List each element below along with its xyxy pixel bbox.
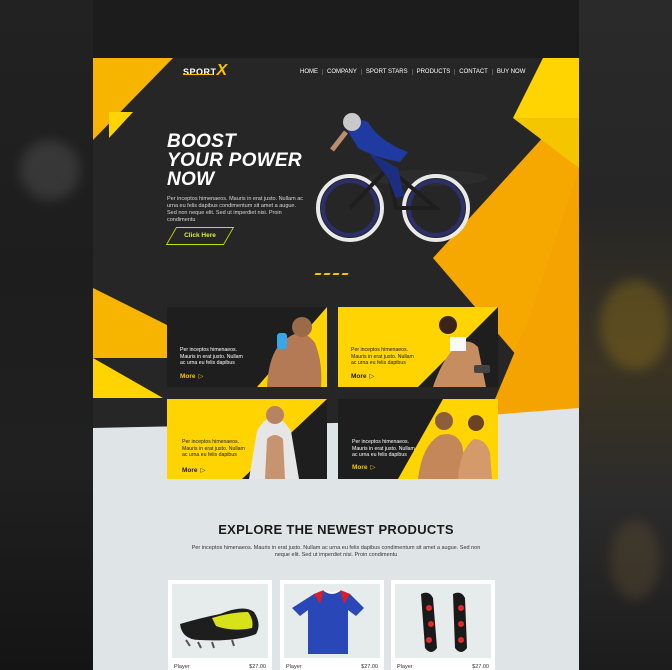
- products-section-description: Per inceptos himenaeos. Mauris in erat j…: [191, 545, 481, 558]
- card-text: Per inceptos himenaeos. Mauris in erat j…: [351, 347, 414, 366]
- backdrop-blob: [600, 280, 670, 370]
- hero-title-line: YOUR POWER: [167, 150, 302, 171]
- jersey-icon: [292, 589, 364, 654]
- card-more-link[interactable]: More ▷: [180, 372, 204, 380]
- arrow-right-icon: ▷: [370, 464, 376, 471]
- cyclist-image: [316, 113, 488, 242]
- card-text: Per inceptos himenaeos. Mauris in erat j…: [182, 439, 245, 458]
- cta-label: Click Here: [184, 232, 216, 239]
- main-nav: HOME COMPANY SPORT STARS PRODUCTS CONTAC…: [296, 69, 529, 75]
- card-more-link[interactable]: More ▷: [182, 466, 206, 474]
- product-price: $27.00: [472, 664, 489, 670]
- football-boot-icon: [180, 608, 259, 649]
- hero-description: Per inceptos himenaeos. Mauris in erat j…: [167, 196, 304, 223]
- nav-contact[interactable]: CONTACT: [455, 69, 493, 75]
- hero-title-line: NOW: [167, 169, 215, 190]
- slider-dots: [314, 273, 349, 275]
- card-more-link[interactable]: More ▷: [351, 372, 375, 380]
- nav-buy-now[interactable]: BUY NOW: [493, 69, 530, 75]
- nav-home[interactable]: HOME: [296, 69, 323, 75]
- hero-title-line: BOOST: [167, 131, 237, 152]
- product-card[interactable]: Player $27.00: [280, 580, 384, 670]
- slider-dot[interactable]: [323, 273, 331, 275]
- sportx-logo[interactable]: SPORTX: [183, 62, 228, 80]
- products-section-title: EXPLORE THE NEWEST PRODUCTS: [218, 522, 454, 537]
- card-text: Per inceptos himenaeos. Mauris in erat j…: [180, 347, 243, 366]
- logo-text: SPORT: [183, 67, 217, 77]
- slider-dot[interactable]: [314, 273, 322, 275]
- backdrop-left: [0, 0, 93, 670]
- slider-dot[interactable]: [332, 273, 340, 275]
- hero-title: BOOST YOUR POWER NOW: [167, 132, 302, 189]
- product-name: Player: [397, 664, 413, 670]
- click-here-button[interactable]: Click Here: [165, 227, 235, 245]
- arrow-right-icon: ▷: [200, 467, 206, 474]
- cleats-icon: [421, 592, 467, 652]
- arrow-right-icon: ▷: [369, 373, 375, 380]
- nav-company[interactable]: COMPANY: [323, 69, 362, 75]
- more-label: More: [352, 464, 368, 471]
- website-mockup: SPORTX HOME COMPANY SPORT STARS PRODUCTS…: [93, 58, 579, 670]
- feature-card-4[interactable]: Per inceptos himenaeos. Mauris in erat j…: [338, 399, 498, 479]
- arrow-right-icon: ▷: [198, 373, 204, 380]
- feature-card-2[interactable]: Per inceptos himenaeos. Mauris in erat j…: [338, 307, 498, 387]
- more-label: More: [351, 373, 367, 380]
- more-label: More: [180, 373, 196, 380]
- more-label: More: [182, 467, 198, 474]
- card-text: Per inceptos himenaeos. Mauris in erat j…: [352, 439, 415, 458]
- logo-mark: X: [216, 62, 228, 79]
- product-price: $27.00: [361, 664, 378, 670]
- card-more-link[interactable]: More ▷: [352, 463, 376, 471]
- feature-card-1[interactable]: Per inceptos himenaeos. Mauris in erat j…: [167, 307, 327, 387]
- slider-dot[interactable]: [341, 273, 349, 275]
- backdrop-top: [0, 0, 672, 58]
- product-name: Player: [286, 664, 302, 670]
- logo-underline: [183, 74, 213, 75]
- feature-card-3[interactable]: Per inceptos himenaeos. Mauris in erat j…: [167, 399, 327, 479]
- backdrop-blob: [610, 520, 660, 600]
- product-card[interactable]: Player $27.00: [168, 580, 272, 670]
- product-name: Player: [174, 664, 190, 670]
- product-card[interactable]: Player $27.00: [391, 580, 495, 670]
- nav-sport-stars[interactable]: SPORT STARS: [362, 69, 413, 75]
- product-price: $27.00: [249, 664, 266, 670]
- backdrop-blob: [20, 140, 80, 200]
- nav-products[interactable]: PRODUCTS: [413, 69, 456, 75]
